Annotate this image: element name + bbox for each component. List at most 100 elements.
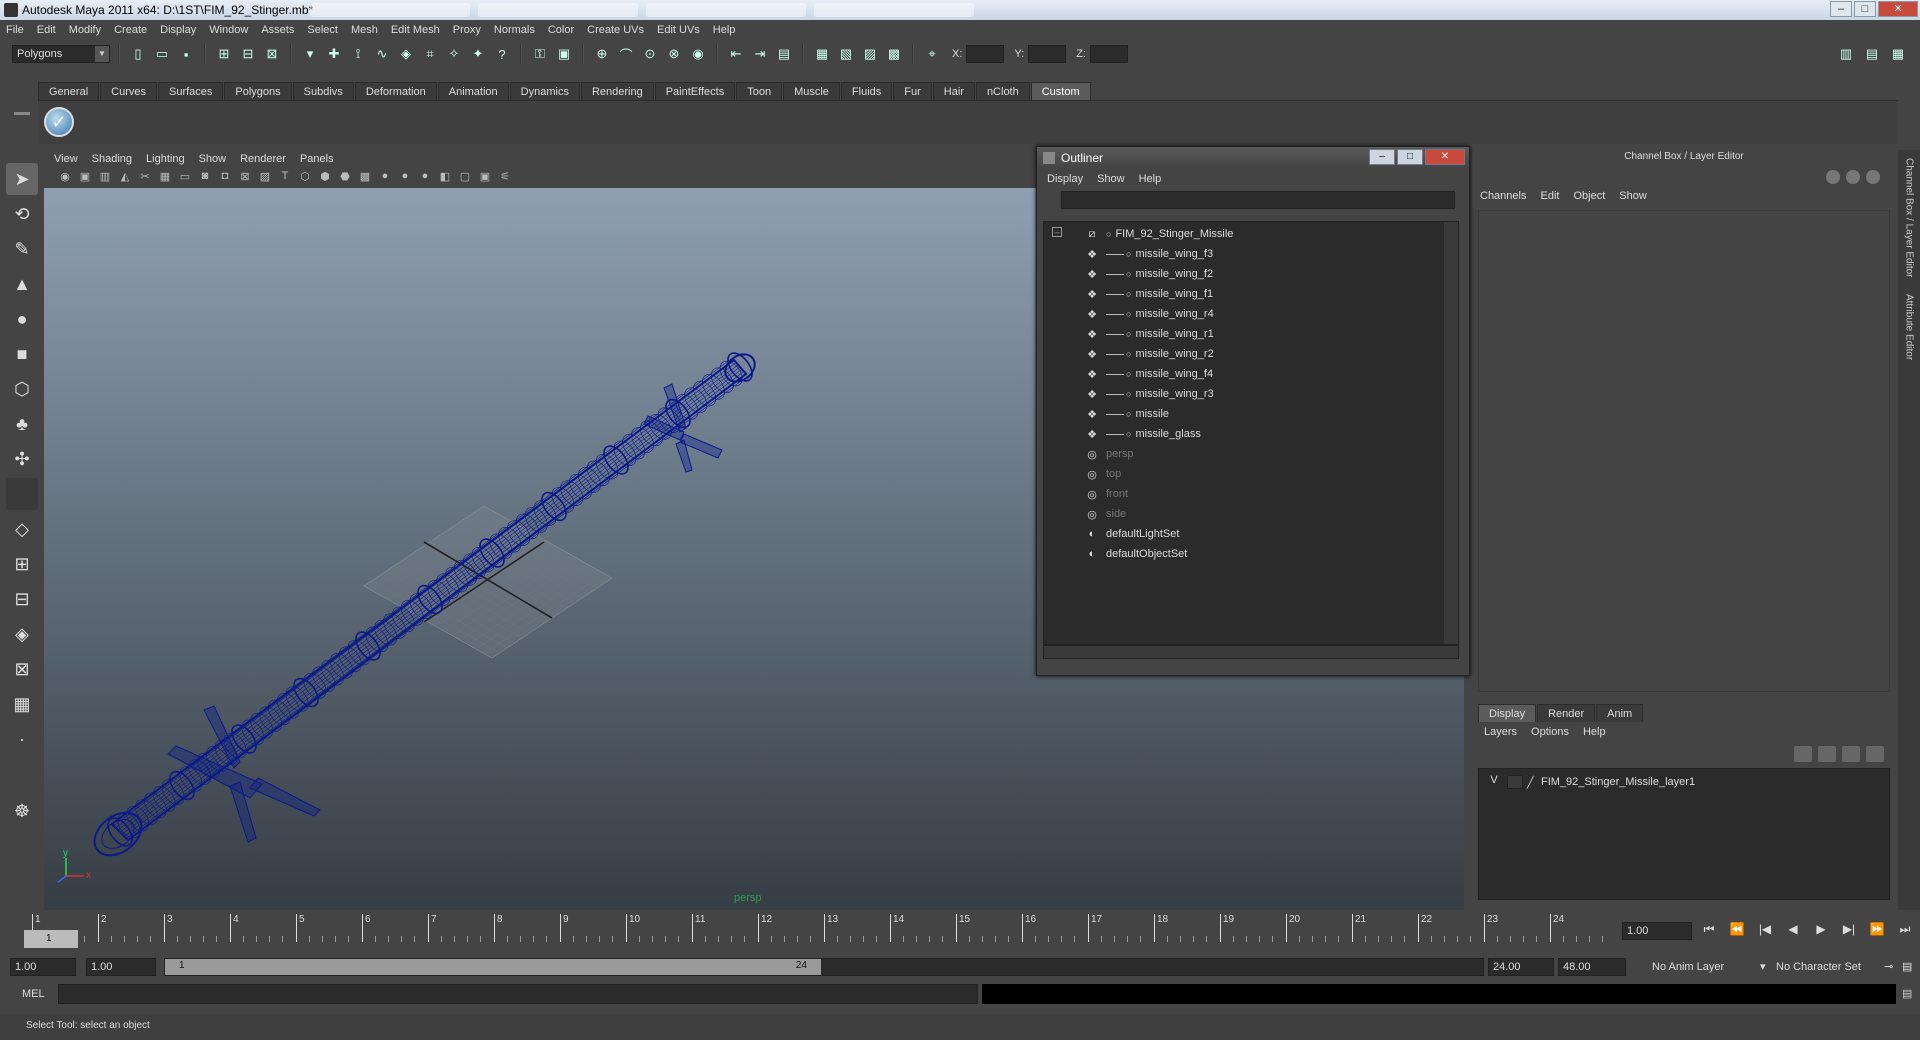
list-item[interactable]: ❖ ○ missile_wing_r2: [1044, 344, 1444, 364]
resolution-gate-icon[interactable]: ◙: [196, 170, 214, 186]
range-slider[interactable]: 1 24: [164, 958, 1484, 976]
last-tool-slot[interactable]: [6, 478, 38, 510]
layer-tab-anim[interactable]: Anim: [1596, 704, 1644, 722]
selection-mask-icon[interactable]: ▾: [300, 44, 320, 64]
chevron-down-icon[interactable]: ▾: [1760, 958, 1766, 976]
viewport-menu-show[interactable]: Show: [199, 153, 227, 165]
list-item[interactable]: ◎ side: [1044, 504, 1444, 524]
textured-icon[interactable]: ▩: [356, 170, 374, 186]
shelf-tab-rendering[interactable]: Rendering: [580, 82, 654, 100]
shelf-tab-general[interactable]: General: [38, 82, 100, 100]
viewport-menu-renderer[interactable]: Renderer: [240, 153, 286, 165]
menu-proxy[interactable]: Proxy: [453, 24, 481, 36]
menu-assets[interactable]: Assets: [261, 24, 294, 36]
lock-selection-icon[interactable]: ⚿: [530, 44, 550, 64]
show-manipulator-icon[interactable]: ✣: [6, 443, 38, 475]
select-by-hierarchy-icon[interactable]: ⊞: [214, 44, 234, 64]
viewport-menu-panels[interactable]: Panels: [300, 153, 334, 165]
select-dynamics-icon[interactable]: ✧: [444, 44, 464, 64]
camera-attributes-icon[interactable]: ▣: [76, 170, 94, 186]
shelf-tab-fluids[interactable]: Fluids: [840, 82, 893, 100]
layer-visibility-toggle[interactable]: V: [1485, 774, 1503, 790]
end-time-field[interactable]: 48.00: [1558, 958, 1626, 976]
transform-field-icon[interactable]: ⌖: [922, 44, 942, 64]
shelf-menu-handle[interactable]: [10, 82, 34, 144]
layer-color-swatch-icon[interactable]: ╱: [1527, 776, 1541, 789]
hud-icon[interactable]: ⚟: [496, 170, 514, 186]
menu-mesh[interactable]: Mesh: [351, 24, 378, 36]
anim-layer-select[interactable]: No Anim Layer: [1652, 958, 1724, 976]
side-tab-attribute-editor[interactable]: Attribute Editor: [1904, 286, 1915, 368]
go-to-start-icon[interactable]: ⏮: [1698, 922, 1720, 940]
persp-hypershade-layout-icon[interactable]: ⊠: [6, 653, 38, 685]
shelf-tab-subdivs[interactable]: Subdivs: [292, 82, 354, 100]
xray-joints-icon[interactable]: ▣: [476, 170, 494, 186]
construction-history-icon[interactable]: ▤: [774, 44, 794, 64]
channel-box-menu-show[interactable]: Show: [1619, 190, 1647, 202]
select-misc-icon[interactable]: ?: [492, 44, 512, 64]
grid-toggle-icon[interactable]: ▦: [156, 170, 174, 186]
layer-menu-help[interactable]: Help: [1583, 726, 1606, 738]
outliner-horizontal-scrollbar[interactable]: [1043, 645, 1459, 659]
select-joints-icon[interactable]: ⟟: [348, 44, 368, 64]
animation-preferences-icon[interactable]: ▤: [1902, 958, 1912, 976]
select-by-object-icon[interactable]: ⊟: [238, 44, 258, 64]
shadows-icon[interactable]: ●: [416, 170, 434, 186]
persp-outliner-layout-icon[interactable]: ⊟: [6, 583, 38, 615]
safe-title-icon[interactable]: T: [276, 170, 294, 186]
move-layer-down-icon[interactable]: [1818, 746, 1836, 762]
z-field[interactable]: [1089, 45, 1128, 63]
viewport-menu-view[interactable]: View: [54, 153, 78, 165]
move-layer-up-icon[interactable]: [1794, 746, 1812, 762]
layer-menu-options[interactable]: Options: [1531, 726, 1569, 738]
outliner-menu-help[interactable]: Help: [1139, 173, 1162, 185]
list-item[interactable]: ◎ persp: [1044, 444, 1444, 464]
persp-graph-hypergraph-layout-icon[interactable]: ▦: [6, 688, 38, 720]
select-curves-icon[interactable]: ∿: [372, 44, 392, 64]
step-back-frame-icon[interactable]: |◀: [1754, 922, 1776, 940]
shelf-tab-curves[interactable]: Curves: [100, 82, 157, 100]
layout-options-icon[interactable]: ·: [6, 723, 38, 755]
snap-to-point-icon[interactable]: ⊙: [640, 44, 660, 64]
play-forwards-icon[interactable]: ▶: [1810, 922, 1832, 940]
outliner-maximize-button[interactable]: □: [1397, 149, 1423, 165]
shelf-tab-deformation[interactable]: Deformation: [354, 82, 437, 100]
list-item[interactable]: ❖ ○ missile_wing_f1: [1044, 284, 1444, 304]
minimize-button[interactable]: –: [1830, 1, 1852, 17]
layer-tab-render[interactable]: Render: [1537, 704, 1596, 722]
maximize-button[interactable]: □: [1854, 1, 1876, 17]
close-button[interactable]: ✕: [1878, 1, 1918, 17]
wireframe-on-shaded-icon[interactable]: ⬣: [336, 170, 354, 186]
shelf-tab-fur[interactable]: Fur: [893, 82, 932, 100]
menu-display[interactable]: Display: [160, 24, 196, 36]
shelf-tab-custom[interactable]: Custom: [1030, 82, 1091, 100]
list-item[interactable]: ❖ ○ missile: [1044, 404, 1444, 424]
move-tool-icon[interactable]: ▲: [6, 268, 38, 300]
toggle-channel-box-icon[interactable]: ▦: [1888, 44, 1908, 64]
select-camera-icon[interactable]: ◉: [56, 170, 74, 186]
safe-action-icon[interactable]: ▨: [256, 170, 274, 186]
layer-tab-display[interactable]: Display: [1478, 704, 1537, 722]
channel-box-menu-edit[interactable]: Edit: [1540, 190, 1559, 202]
select-surfaces-icon[interactable]: ◈: [396, 44, 416, 64]
list-item[interactable]: ◐ defaultObjectSet: [1044, 544, 1444, 564]
channel-box-menu-channels[interactable]: Channels: [1480, 190, 1526, 202]
outliner-menu-display[interactable]: Display: [1047, 173, 1083, 185]
make-live-icon[interactable]: ◉: [688, 44, 708, 64]
default-lighting-icon[interactable]: ●: [376, 170, 394, 186]
scale-tool-icon[interactable]: ■: [6, 338, 38, 370]
snap-to-view-plane-icon[interactable]: ⊗: [664, 44, 684, 64]
side-tab-channel-box[interactable]: Channel Box / Layer Editor: [1904, 150, 1915, 286]
time-slider[interactable]: 1 2 3 4 5 6 7 8 9 10 11 12 13 14 15 16 17 18 19 20 21 22 23 24 …: [12, 914, 1622, 952]
shelf-tab-painteffects[interactable]: PaintEffects: [654, 82, 736, 100]
create-empty-layer-icon[interactable]: [1842, 746, 1860, 762]
go-to-end-icon[interactable]: ⏭: [1894, 922, 1916, 940]
menu-color[interactable]: Color: [548, 24, 574, 36]
menu-edit-uvs[interactable]: Edit UVs: [657, 24, 700, 36]
speed-icon[interactable]: [1846, 170, 1860, 184]
field-chart-icon[interactable]: ⊠: [236, 170, 254, 186]
outliner-close-button[interactable]: ✕: [1425, 149, 1465, 165]
render-settings-icon[interactable]: ▩: [884, 44, 904, 64]
step-back-key-icon[interactable]: ⏪: [1726, 922, 1748, 940]
shelf-tab-ncloth[interactable]: nCloth: [975, 82, 1030, 100]
